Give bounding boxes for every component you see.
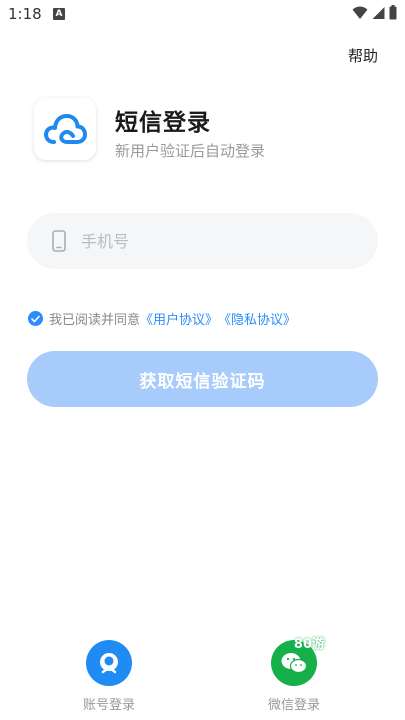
status-icons xyxy=(352,5,397,20)
phone-icon xyxy=(52,230,66,252)
wechat-login-label: 微信登录 xyxy=(267,698,320,713)
page-subtitle: 新用户验证后自动登录 xyxy=(115,142,266,160)
wechat-login-button[interactable]: 80游 xyxy=(271,637,325,686)
account-login-option[interactable]: 账号登录 xyxy=(74,640,144,713)
wechat-icon xyxy=(281,653,308,674)
battery-icon xyxy=(389,5,397,20)
account-login-label: 账号登录 xyxy=(82,698,135,713)
page-title: 短信登录 xyxy=(115,110,211,136)
wifi-icon xyxy=(352,6,368,19)
phone-field[interactable] xyxy=(27,213,378,269)
signal-icon xyxy=(372,6,385,19)
user-avatar-icon xyxy=(100,653,118,674)
status-bar: 1:18 A xyxy=(0,0,405,28)
status-time: 1:18 xyxy=(8,5,42,23)
app-logo xyxy=(34,98,96,160)
help-link[interactable]: 帮助 xyxy=(348,45,378,66)
cloud-logo-icon xyxy=(44,113,87,144)
user-agreement-link[interactable]: 《用户协议》 xyxy=(140,309,218,328)
agreement-text: 我已阅读并同意 xyxy=(49,313,141,328)
privacy-agreement-link[interactable]: 《隐私协议》 xyxy=(218,309,296,328)
phone-input[interactable] xyxy=(79,230,343,252)
account-login-button[interactable] xyxy=(86,640,132,686)
watermark-text: 80游 xyxy=(293,637,325,652)
check-icon xyxy=(31,315,40,322)
notification-a-icon: A xyxy=(53,8,65,20)
agreement-row: 我已阅读并同意 《用户协议》 《隐私协议》 xyxy=(28,309,296,328)
wechat-login-option[interactable]: 80游 微信登录 xyxy=(259,637,329,713)
get-code-button[interactable]: 获取短信验证码 xyxy=(27,351,378,407)
agree-checkbox[interactable] xyxy=(28,311,43,326)
